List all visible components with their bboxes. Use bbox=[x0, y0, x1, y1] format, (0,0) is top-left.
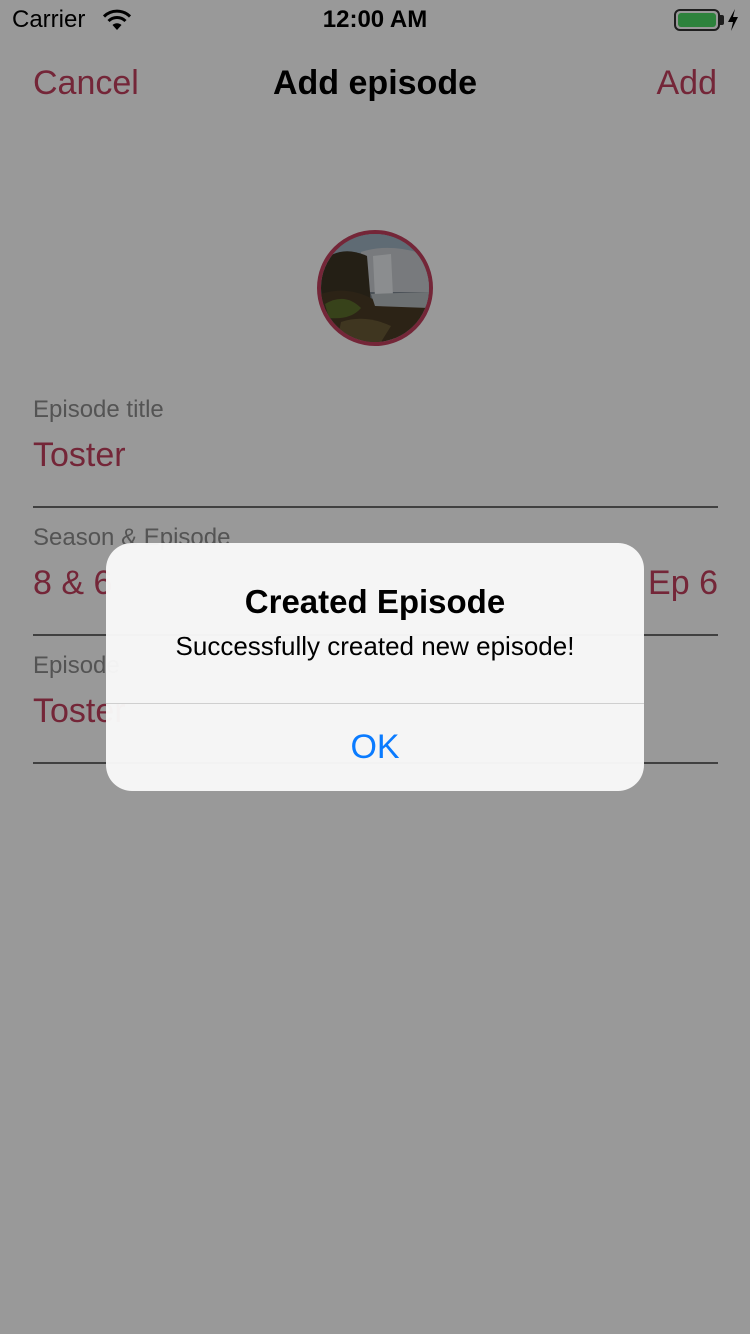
alert-title: Created Episode bbox=[244, 583, 506, 620]
alert-message: Successfully created new episode! bbox=[175, 631, 575, 661]
ok-button[interactable]: OK bbox=[106, 704, 644, 791]
created-episode-alert: Created Episode Successfully created new… bbox=[106, 543, 644, 791]
